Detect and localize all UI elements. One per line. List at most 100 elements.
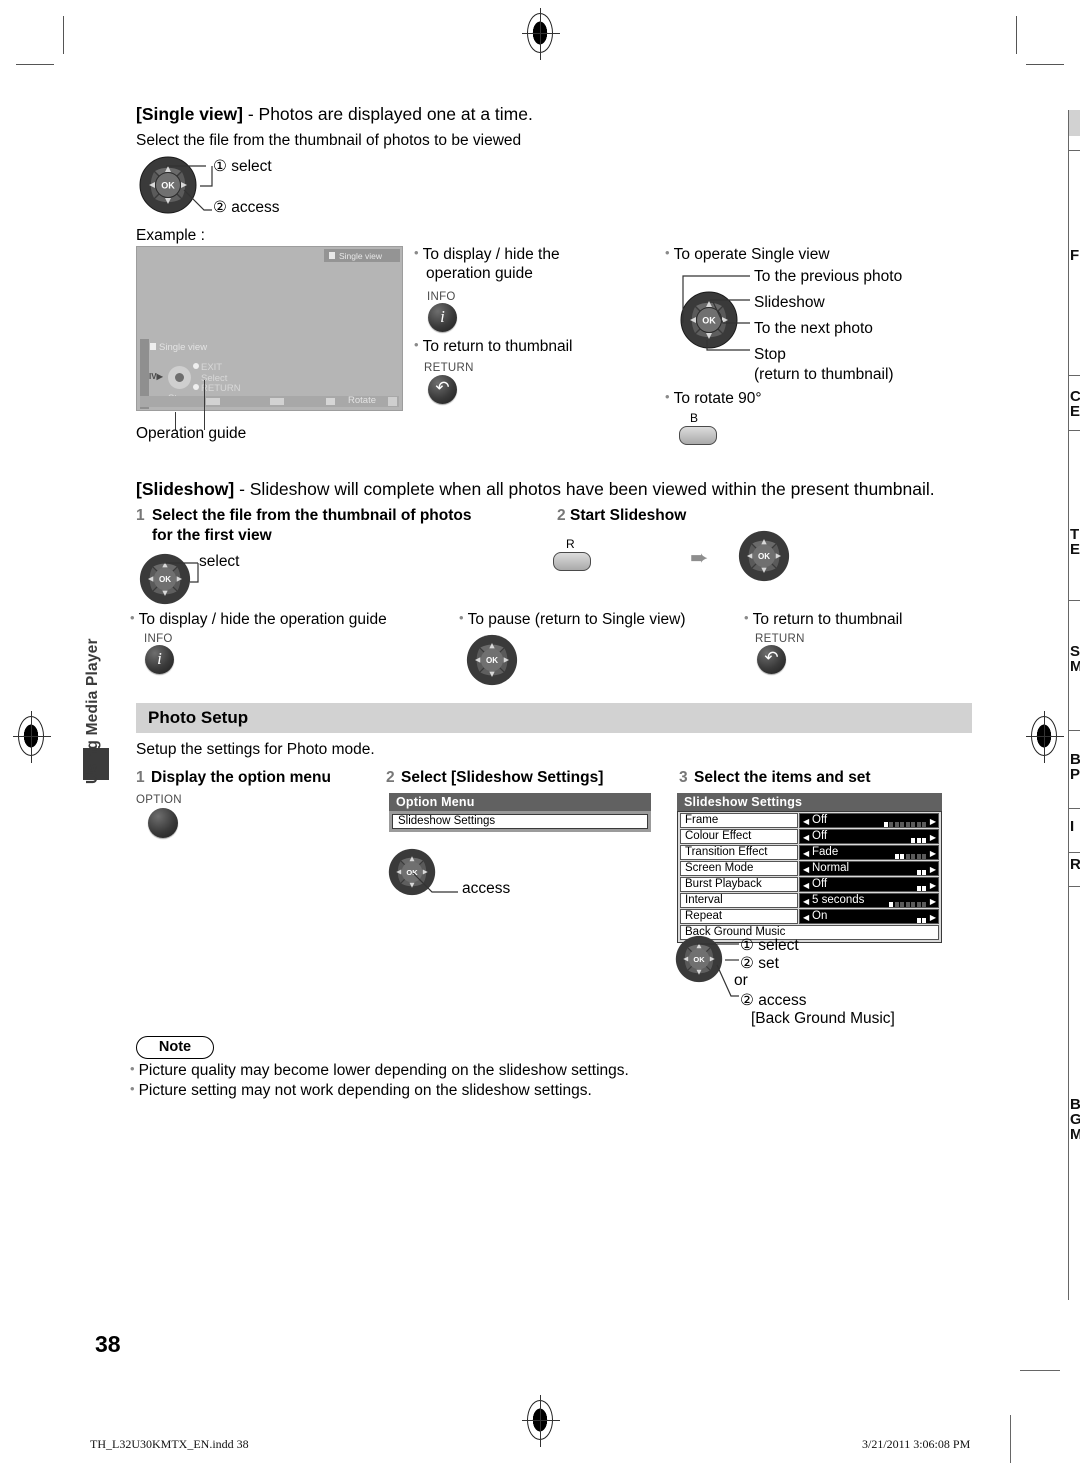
settings-row-gauge bbox=[915, 914, 926, 923]
gauge-segment bbox=[900, 822, 904, 827]
bleed-text-fragment: S bbox=[1070, 643, 1080, 660]
photo-setup-intro: Setup the settings for Photo mode. bbox=[136, 741, 375, 758]
option-menu-item-slideshow-settings[interactable]: Slideshow Settings bbox=[392, 814, 648, 829]
footer-divider bbox=[1010, 1415, 1011, 1463]
settings-row-value[interactable]: ◀ Off ▶ bbox=[799, 829, 939, 844]
settings-row-value[interactable]: ◀ Off ▶ bbox=[799, 877, 939, 892]
chevron-right-icon[interactable]: ▶ bbox=[930, 831, 936, 844]
settings-row-value[interactable]: ◀ On ▶ bbox=[799, 909, 939, 924]
settings-row-name: Transition Effect bbox=[680, 845, 798, 860]
chevron-left-icon[interactable]: ◀ bbox=[803, 863, 809, 876]
registration-mark-left bbox=[13, 711, 51, 763]
bleed-rule bbox=[1069, 852, 1080, 853]
slideshow-step2-label: Start Slideshow bbox=[570, 507, 687, 524]
chevron-left-icon[interactable]: ◀ bbox=[803, 815, 809, 828]
callout-return-thumbnail: To return to thumbnail bbox=[414, 337, 573, 356]
registration-mark-top bbox=[522, 8, 560, 60]
gauge-segment bbox=[889, 822, 893, 827]
dot-icon-exit bbox=[193, 363, 199, 369]
settings-row-name: Interval bbox=[680, 893, 798, 908]
bleed-text-fragment: M bbox=[1070, 658, 1080, 675]
chevron-left-icon[interactable]: ◀ bbox=[803, 879, 809, 892]
slideshow-select-label: select bbox=[199, 553, 240, 570]
gauge-segment bbox=[922, 902, 926, 907]
gauge-segment bbox=[922, 854, 926, 859]
gauge-segment bbox=[911, 902, 915, 907]
chevron-right-icon[interactable]: ▶ bbox=[930, 847, 936, 860]
settings-row[interactable]: Screen Mode ◀ Normal ▶ bbox=[680, 861, 939, 876]
chevron-left-icon[interactable]: ◀ bbox=[803, 831, 809, 844]
settings-row[interactable]: Interval ◀ 5 seconds ▶ bbox=[680, 893, 939, 908]
settings-row-gauge bbox=[915, 866, 926, 875]
chevron-left-icon[interactable]: ◀ bbox=[803, 911, 809, 924]
callout-display-hide-line2: operation guide bbox=[426, 265, 533, 282]
photo-setup-step2-number: 2 bbox=[386, 769, 395, 786]
photo-setup-section-header: Photo Setup bbox=[136, 703, 972, 733]
gauge-segment bbox=[922, 822, 926, 827]
gauge-segment bbox=[916, 870, 921, 875]
slideshow-heading-bracket: [Slideshow] bbox=[136, 479, 235, 499]
slideshow-return-button[interactable]: ↶ bbox=[757, 645, 786, 674]
bleed-rule bbox=[1069, 375, 1080, 376]
photo-setup-title: Photo Setup bbox=[148, 708, 249, 727]
slideshow-info-button[interactable]: i bbox=[145, 645, 174, 674]
option-button[interactable] bbox=[148, 808, 178, 838]
tv-dpad-hint-icon bbox=[168, 366, 191, 389]
info-button[interactable]: i bbox=[428, 303, 457, 332]
tv-screen-mockup: Single view Single view IV▶ EXIT Select … bbox=[136, 246, 403, 411]
leader-line-access bbox=[412, 872, 458, 893]
settings-row-value[interactable]: ◀ 5 seconds ▶ bbox=[799, 893, 939, 908]
gauge-segment bbox=[889, 902, 893, 907]
dpad-icon-pause[interactable]: OK bbox=[466, 634, 518, 686]
gauge-segment bbox=[922, 886, 926, 891]
slideshow-settings-title: Slideshow Settings bbox=[677, 793, 942, 811]
chevron-left-icon[interactable]: ◀ bbox=[803, 895, 809, 908]
bleed-text-fragment: T bbox=[1070, 526, 1080, 543]
gauge-segment bbox=[900, 854, 904, 859]
rotate-button-caption: B bbox=[690, 411, 699, 425]
gauge-segment bbox=[894, 854, 899, 859]
chevron-left-icon[interactable]: ◀ bbox=[803, 847, 809, 860]
settings-row[interactable]: Burst Playback ◀ Off ▶ bbox=[680, 877, 939, 892]
crop-mark-top-left-h bbox=[16, 64, 54, 65]
crop-mark-top-right-v bbox=[1016, 16, 1017, 54]
settings-row[interactable]: Colour Effect ◀ Off ▶ bbox=[680, 829, 939, 844]
gauge-segment bbox=[911, 854, 915, 859]
callout-operate-single-view: To operate Single view bbox=[665, 245, 830, 264]
tv-operation-guide: EXIT Select RETURN bbox=[193, 362, 241, 395]
return-button[interactable]: ↶ bbox=[428, 375, 457, 404]
gauge-segment bbox=[922, 838, 926, 843]
bleed-text-fragment: G bbox=[1070, 1111, 1080, 1128]
settings-row-value[interactable]: ◀ Fade ▶ bbox=[799, 845, 939, 860]
rotate-colour-button[interactable] bbox=[679, 426, 717, 445]
photo-setup-step3-label: Select the items and set bbox=[694, 769, 871, 786]
chevron-right-icon[interactable]: ▶ bbox=[930, 879, 936, 892]
single-view-heading-rest: - Photos are displayed one at a time. bbox=[242, 104, 533, 124]
photo-setup-step3-number: 3 bbox=[679, 769, 688, 786]
settings-row-name: Colour Effect bbox=[680, 829, 798, 844]
callout-rotate: To rotate 90° bbox=[665, 389, 762, 408]
single-view-instruction: Select the file from the thumbnail of ph… bbox=[136, 132, 522, 149]
bleed-column-header bbox=[1069, 110, 1080, 136]
tv-rotate-glyph-icon bbox=[326, 398, 335, 405]
leader-operation-guide-2 bbox=[204, 380, 205, 430]
settings-row-value[interactable]: ◀ Off ▶ bbox=[799, 813, 939, 828]
settings-row[interactable]: Repeat ◀ On ▶ bbox=[680, 909, 939, 924]
registration-mark-bottom bbox=[522, 1395, 560, 1447]
settings-row-gauge bbox=[893, 850, 926, 859]
start-slideshow-colour-button[interactable] bbox=[553, 552, 591, 571]
settings-row[interactable]: Frame ◀ Off ▶ bbox=[680, 813, 939, 828]
settings-row[interactable]: Transition Effect ◀ Fade ▶ bbox=[680, 845, 939, 860]
tv-mode-label: Single view bbox=[150, 342, 207, 353]
dpad-icon-start-slideshow[interactable]: OK bbox=[738, 530, 790, 582]
gauge-segment bbox=[911, 822, 915, 827]
footer-timestamp: 3/21/2011 3:06:08 PM bbox=[862, 1437, 971, 1451]
chevron-right-icon[interactable]: ▶ bbox=[930, 815, 936, 828]
chevron-right-icon[interactable]: ▶ bbox=[930, 911, 936, 924]
gauge-segment bbox=[905, 822, 910, 827]
chevron-right-icon[interactable]: ▶ bbox=[930, 863, 936, 876]
settings-row-value[interactable]: ◀ Normal ▶ bbox=[799, 861, 939, 876]
single-view-step-access: ② access bbox=[213, 199, 280, 216]
chevron-right-icon[interactable]: ▶ bbox=[930, 895, 936, 908]
gauge-segment bbox=[916, 822, 921, 827]
